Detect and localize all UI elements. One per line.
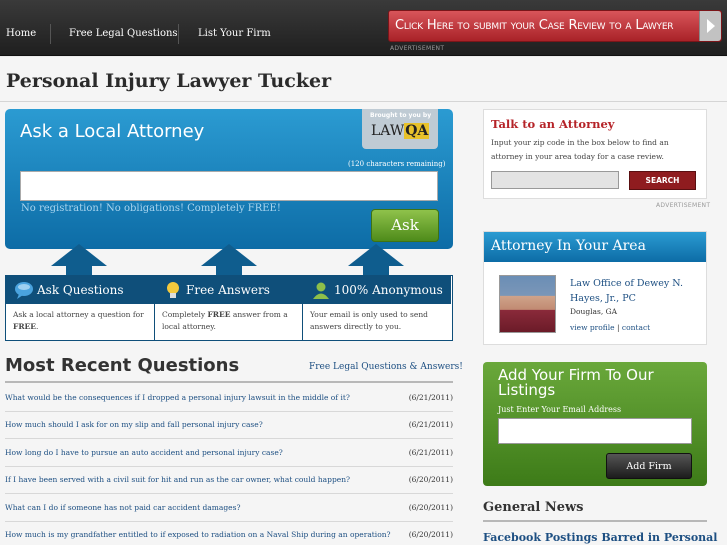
page-title: Personal Injury Lawyer Tucker [6,70,332,92]
feature-description: Completely FREE answer from a local atto… [162,310,288,331]
add-firm-panel: Add Your Firm To Our Listings Just Enter… [483,362,707,486]
nav-home-link[interactable]: Home [6,28,36,39]
person-icon [313,282,329,299]
feature-description: Your email is only used to send answers … [310,310,428,331]
question-input[interactable] [20,171,438,201]
question-row[interactable]: How much is my grandfather entitled to i… [5,522,453,545]
nav-divider [178,24,179,44]
attorney-in-area-panel: Attorney In Your Area Law Office of Dewe… [483,231,707,345]
firm-links: view profile | contact [570,323,650,332]
top-nav-bar: Home Free Legal Questions List Your Firm… [0,0,727,56]
question-date: (6/21/2011) [408,448,453,457]
talk-to-attorney-panel: Talk to an Attorney Input your zip code … [483,109,707,199]
advertisement-label: ADVERTISEMENT [656,202,711,209]
question-link[interactable]: What can I do if someone has not paid ca… [5,503,240,512]
ask-button[interactable]: Ask [371,209,439,242]
recent-questions-title: Most Recent Questions [5,355,240,376]
ask-button-label: Ask [391,216,419,234]
free-legal-qa-link[interactable]: Free Legal Questions & Answers! [309,362,463,372]
question-date: (6/20/2011) [408,530,453,539]
attorney-photo[interactable] [499,275,556,333]
add-firm-button-label: Add Firm [626,461,672,472]
section-divider [483,520,707,522]
question-row[interactable]: How long do I have to pursue an auto acc… [5,440,453,467]
general-news-title: General News [483,500,584,515]
question-date: (6/21/2011) [408,420,453,429]
link-separator: | [614,323,622,332]
pointer-arrow [51,244,107,266]
add-firm-title: Add Your Firm To Our Listings [498,366,654,399]
chat-icon [15,282,33,299]
ask-note: No registration! No obligations! Complet… [21,203,281,214]
question-link[interactable]: How much is my grandfather entitled to i… [5,530,391,539]
feature-title: Ask Questions [37,283,124,297]
features-panel: Ask Questions Ask a local attorney a que… [5,275,453,341]
lawqa-wordmark: LAWQA [371,123,430,139]
arrow-right-icon [699,11,721,41]
feature-description: Ask a local attorney a question for FREE… [13,310,144,331]
title-divider [0,101,727,102]
feature-anonymous: 100% Anonymous Your email is only used t… [303,276,451,340]
nav-divider [50,24,51,44]
characters-remaining: (120 characters remaining) [348,160,446,168]
advertisement-label: ADVERTISEMENT [390,45,445,52]
question-link[interactable]: If I have been served with a civil suit … [5,475,350,484]
lawqa-logo: Brought to you by LAWQA [362,109,438,149]
feature-header: Ask Questions [6,276,154,304]
question-link[interactable]: How long do I have to pursue an auto acc… [5,448,283,457]
firm-location: Douglas, GA [570,307,618,316]
talk-description: Input your zip code in the box below to … [491,138,669,161]
question-row[interactable]: If I have been served with a civil suit … [5,467,453,494]
news-headline-link[interactable]: Facebook Postings Barred in Personal [483,531,717,544]
feature-ask-questions: Ask Questions Ask a local attorney a que… [6,276,154,340]
nav-list-your-firm-link[interactable]: List Your Firm [198,28,271,39]
search-button-label: SEARCH [645,176,680,185]
feature-pointers [5,244,453,276]
ask-title: Ask a Local Attorney [20,121,205,142]
feature-title: 100% Anonymous [334,283,443,297]
question-row[interactable]: What can I do if someone has not paid ca… [5,495,453,522]
feature-header: Free Answers [155,276,303,304]
area-title: Attorney In Your Area [491,238,646,254]
pointer-arrow [201,244,257,266]
question-date: (6/21/2011) [408,393,453,402]
pointer-arrow [348,244,404,266]
contact-link[interactable]: contact [622,323,650,332]
brought-by-label: Brought to you by [370,112,432,119]
case-review-cta-button[interactable]: Click Here to submit your Case Review to… [388,10,722,42]
email-field[interactable] [498,418,692,444]
question-row[interactable]: How much should I ask for on my slip and… [5,412,453,439]
question-row[interactable]: What would be the consequences if I drop… [5,385,453,412]
talk-title: Talk to an Attorney [491,117,615,131]
question-date: (6/20/2011) [408,475,453,484]
feature-title: Free Answers [186,283,270,297]
search-button[interactable]: SEARCH [629,171,696,190]
panel-header: Attorney In Your Area [484,232,706,262]
email-label: Just Enter Your Email Address [498,405,622,414]
question-date: (6/20/2011) [408,503,453,512]
feature-header: 100% Anonymous [303,276,451,304]
question-link[interactable]: How much should I ask for on my slip and… [5,420,263,429]
firm-name-link[interactable]: Law Office of Dewey N. Hayes, Jr., PC [570,276,700,306]
view-profile-link[interactable]: view profile [570,323,615,332]
question-link[interactable]: What would be the consequences if I drop… [5,393,350,402]
nav-free-legal-questions-link[interactable]: Free Legal Questions [69,28,178,39]
feature-free-answers: Free Answers Completely FREE answer from… [155,276,303,340]
section-divider [5,381,453,383]
add-firm-button[interactable]: Add Firm [606,453,692,479]
zip-code-input[interactable] [491,171,619,189]
lightbulb-icon [167,282,179,298]
cta-label: Click Here to submit your Case Review to… [395,18,674,33]
ask-attorney-panel: Ask a Local Attorney Brought to you by L… [5,109,453,249]
